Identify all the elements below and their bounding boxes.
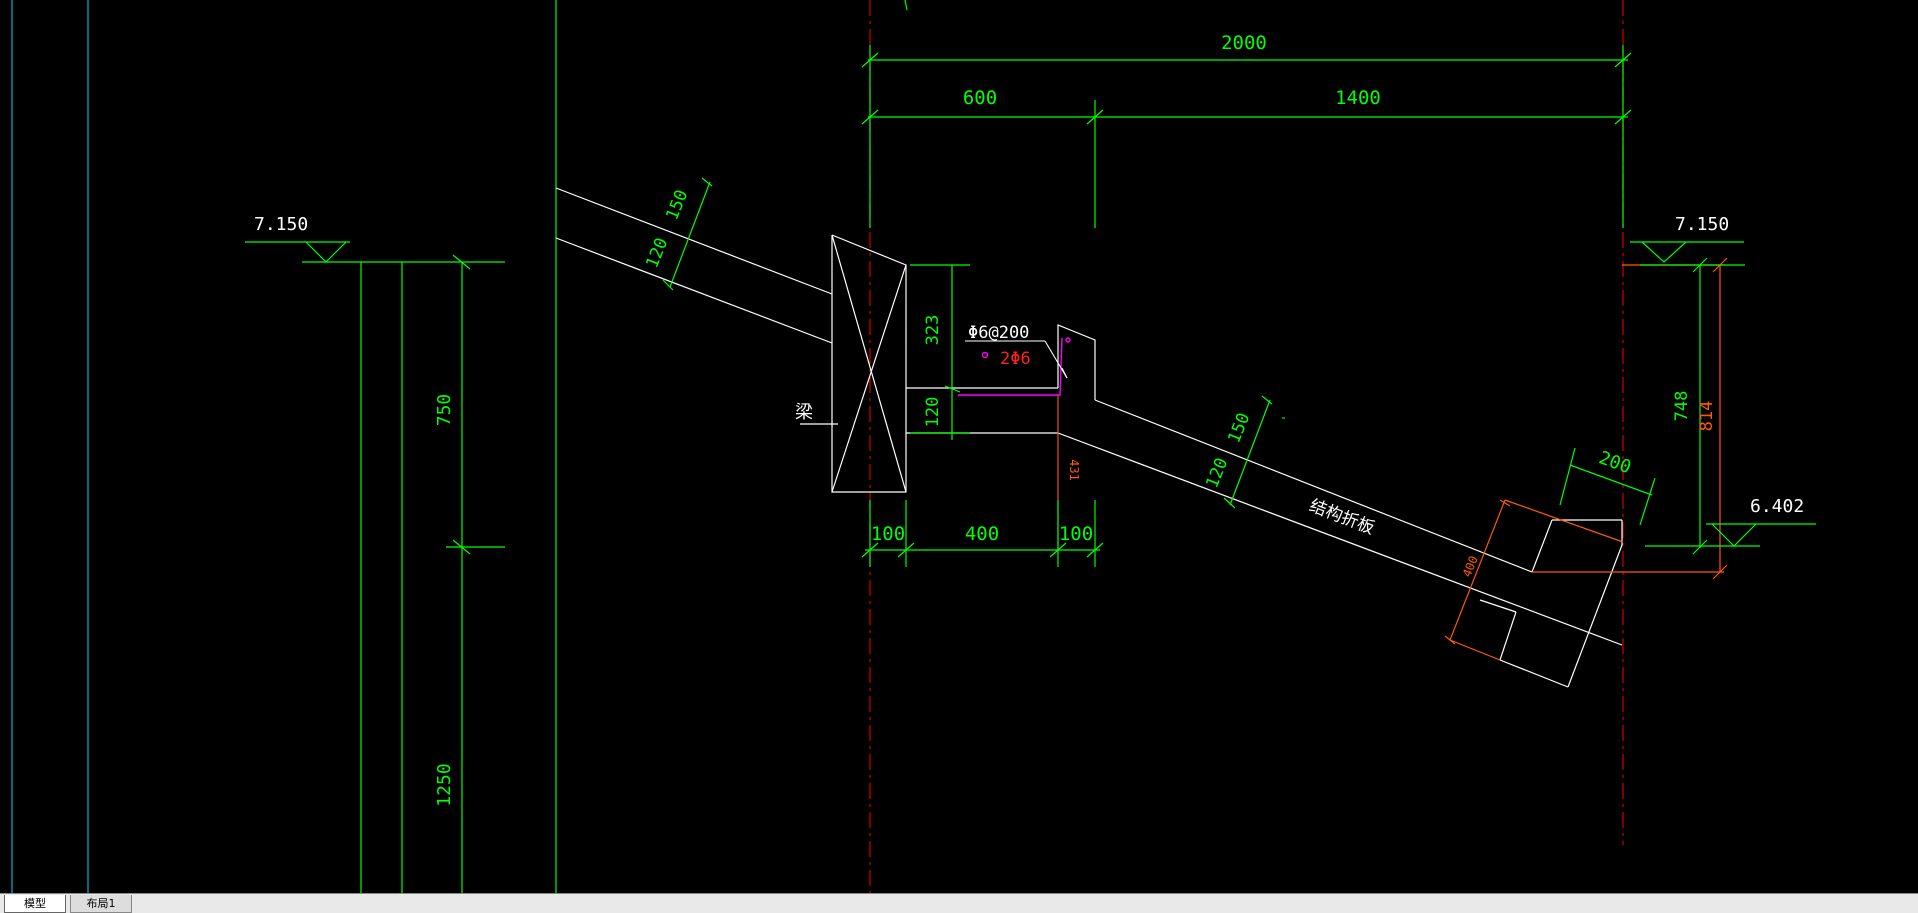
upper-slab-dim-150: 150 bbox=[662, 187, 692, 223]
column-dim-750: 750 bbox=[434, 394, 455, 427]
right-dim-814: 814 bbox=[1697, 401, 1717, 432]
bottom-dim-100-right: 100 bbox=[1059, 523, 1093, 545]
end-block-orange-dims bbox=[1444, 257, 1728, 661]
beam-dim-323: 323 bbox=[923, 315, 943, 346]
beam-label: 梁 bbox=[795, 402, 813, 423]
column-dim-1250: 1250 bbox=[434, 763, 455, 806]
cad-drawing-canvas[interactable]: 7.150 750 1250 2000 600 1400 150 120 梁 3… bbox=[0, 0, 1918, 893]
end-block-dim-400: 400 bbox=[1460, 554, 1481, 579]
left-elevation-label: 7.150 bbox=[254, 214, 308, 235]
left-green-lines bbox=[245, 0, 557, 893]
dim-2000: 2000 bbox=[1221, 32, 1267, 54]
beam-section bbox=[800, 234, 907, 493]
dim-1400: 1400 bbox=[1335, 87, 1381, 109]
bottom-dim-100-left: 100 bbox=[871, 523, 905, 545]
slab-dim-lines bbox=[1223, 395, 1285, 509]
center-lines bbox=[869, 0, 1624, 893]
lower-right-elevation-label: 6.402 bbox=[1750, 496, 1804, 517]
layout-tab-bar: 模型 布局1 bbox=[0, 893, 1918, 913]
dim-600: 600 bbox=[963, 87, 997, 109]
upper-slab-dim-120: 120 bbox=[642, 235, 672, 271]
slab-label: 结构折板 bbox=[1306, 496, 1377, 539]
bottom-dim-400: 400 bbox=[965, 523, 999, 545]
slab-dim-120: 120 bbox=[1202, 455, 1232, 491]
upper-inclined-slab bbox=[555, 187, 833, 344]
beam-dim-120: 120 bbox=[923, 397, 943, 428]
right-dim-748: 748 bbox=[1672, 391, 1692, 422]
rebar-stirrup-label: Φ6@200 bbox=[968, 323, 1029, 343]
landing-slab bbox=[906, 324, 1623, 646]
end-block-dim-200: 200 bbox=[1596, 447, 1634, 478]
rebar-bars-label: 2Φ6 bbox=[1000, 349, 1031, 369]
right-elevation-label: 7.150 bbox=[1675, 214, 1729, 235]
tab-model[interactable]: 模型 bbox=[4, 895, 66, 913]
notch-dim-431: 431 bbox=[1067, 459, 1081, 481]
cyan-reference-lines bbox=[11, 0, 89, 893]
slab-end-block bbox=[1479, 519, 1623, 688]
slab-dim-150: 150 bbox=[1224, 410, 1254, 446]
tab-layout1[interactable]: 布局1 bbox=[70, 895, 132, 913]
